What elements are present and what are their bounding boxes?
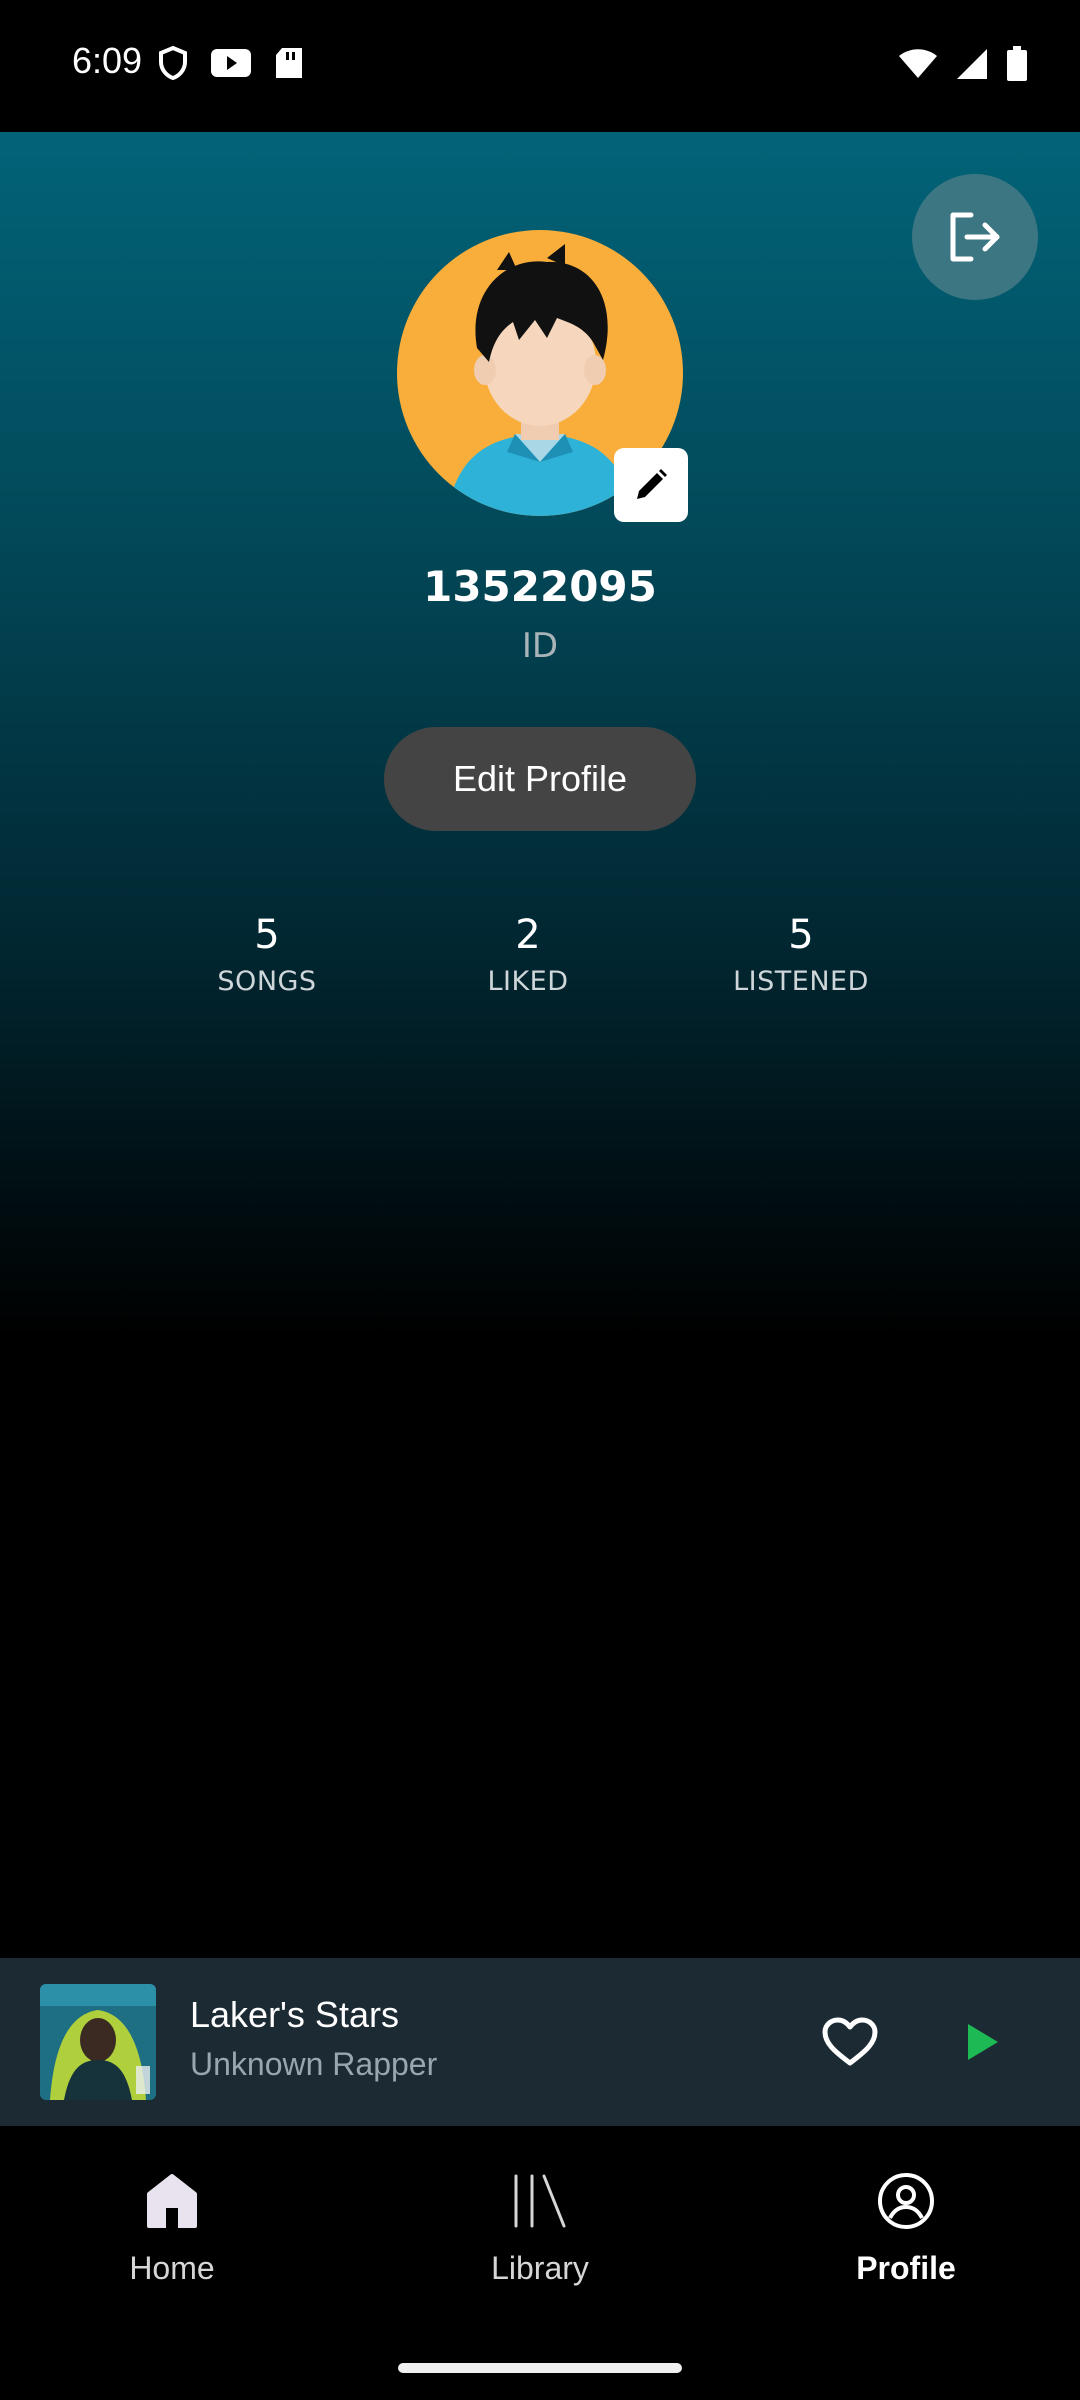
stat-label: LISTENED (733, 966, 869, 997)
signal-icon (957, 49, 987, 79)
stat-songs[interactable]: 5 SONGS (147, 912, 387, 997)
stat-label: SONGS (217, 966, 317, 997)
status-left-icons (158, 46, 304, 80)
logout-icon (950, 212, 1000, 262)
sd-card-icon (276, 48, 302, 78)
bottom-navigation: Home Library Profile (0, 2126, 1080, 2400)
status-bar: 6:09 (0, 0, 1080, 132)
nav-profile-label: Profile (856, 2250, 956, 2286)
stat-label: LIKED (487, 966, 569, 997)
edit-avatar-button[interactable] (614, 448, 688, 522)
shield-icon (159, 46, 187, 80)
profile-icon (878, 2173, 934, 2229)
stat-listened[interactable]: 5 LISTENED (681, 912, 921, 997)
now-playing-bar[interactable]: Laker's Stars Unknown Rapper (0, 1958, 1080, 2126)
nav-profile[interactable]: Profile (786, 2166, 1026, 2287)
status-time: 6:09 (72, 40, 143, 81)
logout-button[interactable] (912, 174, 1038, 300)
status-right-icons (898, 46, 1028, 82)
stat-value: 5 (788, 912, 814, 958)
now-playing-title: Laker's Stars (190, 1994, 399, 2035)
play-button[interactable] (952, 2012, 1012, 2072)
stat-value: 2 (515, 912, 541, 958)
heart-icon (822, 2017, 878, 2066)
nav-home[interactable]: Home (52, 2166, 292, 2287)
nav-library[interactable]: Library (420, 2166, 660, 2287)
album-art (40, 1984, 156, 2100)
nav-library-label: Library (491, 2250, 589, 2286)
stat-liked[interactable]: 2 LIKED (408, 912, 648, 997)
like-button[interactable] (820, 2012, 880, 2072)
username-caption: ID (521, 626, 559, 666)
now-playing-artist: Unknown Rapper (190, 2046, 438, 2082)
library-icon (514, 2174, 566, 2228)
youtube-icon (211, 49, 251, 77)
pencil-icon (637, 469, 667, 499)
home-icon (147, 2174, 197, 2228)
profile-stats: 5 SONGS 2 LIKED 5 LISTENED (0, 912, 1080, 1032)
edit-profile-button[interactable]: Edit Profile (384, 727, 696, 831)
nav-home-label: Home (129, 2250, 215, 2286)
wifi-icon (899, 49, 937, 78)
username: 13522095 (423, 562, 657, 611)
stat-value: 5 (254, 912, 280, 958)
gesture-home-indicator[interactable] (398, 2363, 682, 2373)
play-icon (968, 2024, 998, 2060)
battery-icon (1007, 46, 1027, 81)
profile-screen: 13522095 ID Edit Profile 5 SONGS 2 LIKED… (0, 132, 1080, 1958)
